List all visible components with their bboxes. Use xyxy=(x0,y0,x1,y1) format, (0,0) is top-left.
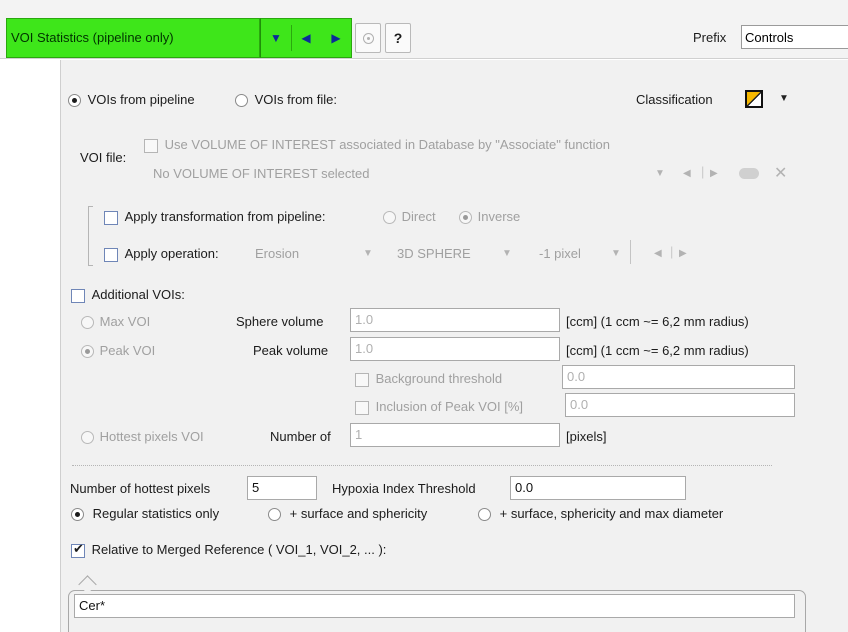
background-threshold-checkbox[interactable]: Background threshold xyxy=(355,371,502,387)
classification-icon[interactable] xyxy=(745,90,763,108)
background-threshold-input[interactable]: 0.0 xyxy=(562,365,795,389)
operation-next-icon[interactable]: ▶ xyxy=(679,248,687,259)
radio-selected-icon xyxy=(68,94,81,108)
hottest-pixels-voi-radio[interactable]: Hottest pixels VOI xyxy=(81,429,204,445)
sphere-volume-label: Sphere volume xyxy=(236,314,324,329)
number-of-label: Number of xyxy=(270,429,331,444)
voi-file-value: No VOLUME OF INTEREST selected xyxy=(153,166,370,181)
apply-operation-label: Apply operation: xyxy=(124,246,219,261)
title-button-group: ▼ ◀ ▶ xyxy=(260,18,352,58)
operation-size-dropdown-icon[interactable]: ▼ xyxy=(611,248,621,259)
apply-transformation-label: Apply transformation from pipeline: xyxy=(124,209,326,224)
hypoxia-threshold-input[interactable]: 0.0 xyxy=(510,476,686,500)
previous-arrow-icon[interactable]: ◀ xyxy=(291,19,321,57)
apply-operation-checkbox[interactable]: Apply operation: xyxy=(104,246,219,262)
vois-from-pipeline-label: VOIs from pipeline xyxy=(87,92,195,107)
vois-from-file-radio[interactable]: VOIs from file: xyxy=(235,92,337,108)
use-db-label: Use VOLUME OF INTEREST associated in Dat… xyxy=(164,137,611,152)
hypoxia-threshold-label: Hypoxia Index Threshold xyxy=(332,481,476,496)
merged-reference-label: Relative to Merged Reference ( VOI_1, VO… xyxy=(91,542,387,557)
voi-file-label: VOI file: xyxy=(80,150,127,165)
pipeline-step-title[interactable]: VOI Statistics (pipeline only) xyxy=(6,18,260,58)
peak-volume-label: Peak volume xyxy=(253,343,329,358)
use-db-checkbox[interactable]: Use VOLUME OF INTEREST associated in Dat… xyxy=(144,137,610,153)
help-button[interactable]: ? xyxy=(385,23,411,53)
surface-sphericity-radio[interactable]: + surface and sphericity xyxy=(268,506,427,522)
inclusion-peak-voi-checkbox[interactable]: Inclusion of Peak VOI [%] xyxy=(355,399,523,415)
direct-radio[interactable]: Direct xyxy=(383,209,436,225)
pixels-unit: [pixels] xyxy=(566,429,607,444)
classification-label: Classification xyxy=(636,92,713,107)
next-arrow-icon[interactable]: ▶ xyxy=(321,19,351,57)
prefix-label: Prefix xyxy=(693,30,727,45)
additional-vois-checkbox[interactable]: Additional VOIs: xyxy=(71,287,185,303)
vois-from-pipeline-radio[interactable]: VOIs from pipeline xyxy=(68,92,195,108)
operation-previous-icon[interactable]: ◀ xyxy=(654,248,662,259)
inclusion-peak-voi-input[interactable]: 0.0 xyxy=(565,393,795,417)
sphere-volume-input[interactable]: 1.0 xyxy=(350,308,560,332)
operation-type-select[interactable]: Erosion xyxy=(255,246,299,261)
regular-statistics-radio[interactable]: Regular statistics only xyxy=(71,506,219,522)
dropdown-icon[interactable]: ▼ xyxy=(261,19,291,57)
vois-from-file-label: VOIs from file: xyxy=(254,92,337,107)
inverse-radio[interactable]: Inverse xyxy=(459,209,520,225)
max-voi-radio[interactable]: Max VOI xyxy=(81,314,150,330)
target-button[interactable] xyxy=(355,23,381,53)
apply-transformation-checkbox[interactable]: Apply transformation from pipeline: xyxy=(104,209,326,225)
merged-reference-checkbox[interactable]: Relative to Merged Reference ( VOI_1, VO… xyxy=(71,542,386,558)
operation-size-select[interactable]: -1 pixel xyxy=(539,246,581,261)
radio-icon xyxy=(235,94,248,108)
operation-shape-dropdown-icon[interactable]: ▼ xyxy=(502,248,512,259)
additional-vois-label: Additional VOIs: xyxy=(91,287,185,302)
voi-file-dropdown-icon[interactable]: ▼ xyxy=(655,168,665,179)
hottest-pixels-label: Number of hottest pixels xyxy=(70,481,211,496)
reference-input[interactable]: Cer* xyxy=(74,594,795,618)
sphere-volume-unit: [ccm] (1 ccm ~= 6,2 mm radius) xyxy=(566,314,749,329)
peak-voi-radio[interactable]: Peak VOI xyxy=(81,343,155,359)
voi-file-next-icon[interactable]: ▶ xyxy=(710,168,718,179)
number-of-input[interactable]: 1 xyxy=(350,423,560,447)
hottest-pixels-input[interactable]: 5 xyxy=(247,476,317,500)
classification-dropdown-icon[interactable]: ▼ xyxy=(779,93,789,104)
operation-shape-select[interactable]: 3D SPHERE xyxy=(397,246,471,261)
peak-volume-input[interactable]: 1.0 xyxy=(350,337,560,361)
voi-file-browse-icon[interactable] xyxy=(739,168,759,179)
surface-sphericity-diameter-radio[interactable]: + surface, sphericity and max diameter xyxy=(478,506,723,522)
peak-volume-unit: [ccm] (1 ccm ~= 6,2 mm radius) xyxy=(566,343,749,358)
target-icon xyxy=(362,32,374,44)
voi-file-clear-icon[interactable]: ✕ xyxy=(774,163,787,183)
operation-type-dropdown-icon[interactable]: ▼ xyxy=(363,248,373,259)
voi-file-previous-icon[interactable]: ◀ xyxy=(683,168,691,179)
prefix-input[interactable] xyxy=(741,25,848,49)
